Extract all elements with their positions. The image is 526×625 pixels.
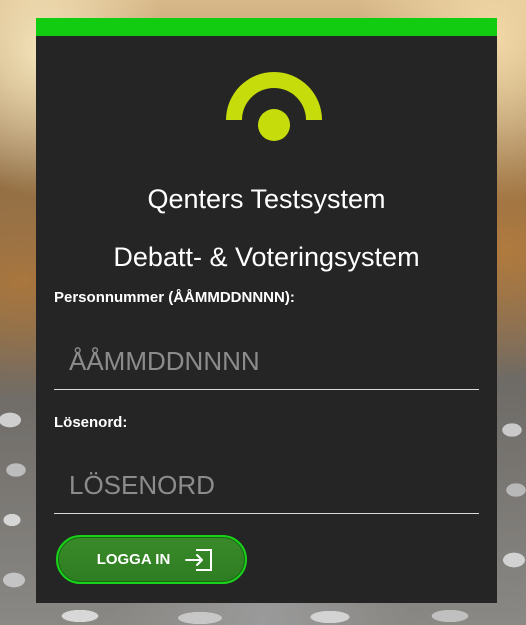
password-input[interactable]	[54, 458, 479, 514]
top-accent-bar	[36, 18, 497, 36]
personnummer-label: Personnummer (ÅÅMMDDNNNN):	[54, 289, 295, 306]
page-subtitle: Debatt- & Voteringsystem	[113, 242, 420, 272]
login-button[interactable]: LOGGA IN	[56, 535, 247, 584]
login-button-label: LOGGA IN	[96, 551, 171, 568]
page-title: Qenters Testsystem	[147, 184, 386, 214]
sign-in-arrow-icon	[185, 548, 213, 571]
login-panel: Qenters Testsystem Debatt- & Voteringsys…	[36, 18, 497, 603]
password-label: Lösenord:	[54, 414, 128, 431]
signal-arc-logo-icon	[226, 72, 322, 141]
personnummer-input[interactable]	[54, 334, 479, 390]
